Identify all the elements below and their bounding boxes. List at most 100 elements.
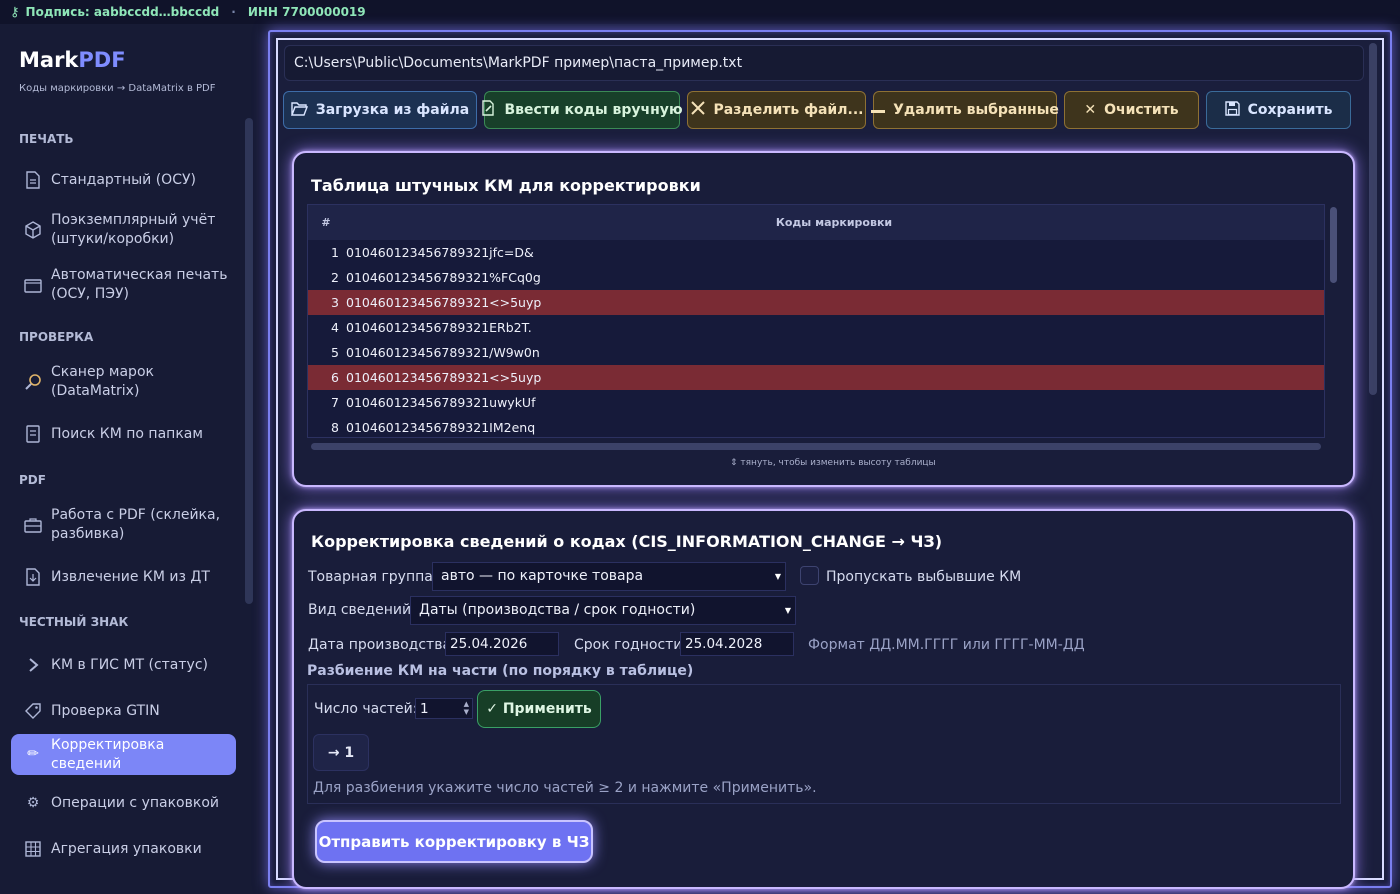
search-document-icon <box>23 424 43 444</box>
info-type-select[interactable]: Даты (производства / срок годности) ▼ <box>410 596 796 625</box>
format-hint: Формат ДД.ММ.ГГГГ или ГГГГ-ММ-ДД <box>808 637 1085 653</box>
signature-text: Подпись: aabbccdd…bbccdd <box>25 5 220 19</box>
table-row[interactable]: 2 010460123456789321%FCq0g <box>308 265 1324 290</box>
sidebar-item-label: Проверка GTIN <box>51 702 160 719</box>
skip-retired-label[interactable]: Пропускать выбывшие КМ <box>826 569 1021 585</box>
key-icon: ⚷ <box>10 4 20 20</box>
parts-count-stepper[interactable]: 1 ▲ ▼ <box>415 698 473 719</box>
section-check: ПРОВЕРКА <box>19 330 94 344</box>
document-icon <box>23 170 43 190</box>
separator: · <box>231 5 236 19</box>
parts-count-label: Число частей: <box>314 701 418 717</box>
minus-icon <box>871 102 886 118</box>
sidebar-item-standard[interactable]: Стандартный (ОСУ) <box>11 168 236 192</box>
send-correction-button[interactable]: Отправить корректировку в ЧЗ <box>315 820 593 863</box>
tools-icon <box>690 100 706 120</box>
section-print: ПЕЧАТЬ <box>19 132 74 146</box>
sidebar: MarkPDF Коды маркировки → DataMatrix в P… <box>0 24 258 894</box>
arrow-icon <box>23 655 43 675</box>
sidebar-item-pdf-work[interactable]: Работа с PDF (склейка, разбивка) <box>11 505 236 545</box>
sidebar-item-label: Поэкземплярный учёт (штуки/коробки) <box>51 212 216 247</box>
table-row[interactable]: 5 010460123456789321/W9w0n <box>308 340 1324 365</box>
table-panel-title: Таблица штучных КМ для корректировки <box>311 176 701 195</box>
info-type-label: Вид сведений: <box>308 602 416 618</box>
folder-open-icon <box>290 101 308 120</box>
extract-icon <box>23 567 43 587</box>
sidebar-item-scanner[interactable]: Сканер марок (DataMatrix) <box>11 362 236 402</box>
sidebar-item-aggregation[interactable]: Агрегация упаковки <box>11 837 236 861</box>
split-section-title: Разбиение КМ на части (по порядку в табл… <box>307 663 694 679</box>
product-group-label: Товарная группа: <box>308 569 438 585</box>
close-icon: ✕ <box>1084 102 1097 118</box>
resize-hint[interactable]: ⇕ тянуть, чтобы изменить высоту таблицы <box>730 458 936 468</box>
grid-icon <box>23 839 43 859</box>
table-header: # Коды маркировки <box>308 205 1324 240</box>
sidebar-item-label: Сканер марок (DataMatrix) <box>51 364 154 399</box>
chevron-down-icon: ▼ <box>781 597 795 624</box>
sidebar-item-gis-mt[interactable]: КМ в ГИС МТ (статус) <box>11 653 236 677</box>
table-row-duplicate[interactable]: 6 010460123456789321<>5uyp <box>308 365 1324 390</box>
product-group-select[interactable]: авто — по карточке товара ▼ <box>432 562 786 591</box>
sidebar-item-label: Поиск КМ по папкам <box>51 425 203 442</box>
col-num-header: # <box>321 216 331 229</box>
sidebar-item-search-km[interactable]: Поиск КМ по папкам <box>11 422 236 446</box>
gear-icon: ⚙ <box>26 794 40 811</box>
manual-input-button[interactable]: Ввести коды вручную <box>481 91 683 129</box>
apply-button[interactable]: ✓ Применить <box>477 690 601 728</box>
printer-folder-icon <box>23 275 43 295</box>
table-vertical-scrollbar[interactable] <box>1330 207 1337 283</box>
section-honest-sign: ЧЕСТНЫЙ ЗНАК <box>19 615 129 629</box>
sidebar-scrollbar[interactable] <box>245 118 253 604</box>
sidebar-item-label: КМ в ГИС МТ (статус) <box>51 656 208 673</box>
scanner-icon <box>23 372 43 392</box>
skip-retired-checkbox[interactable] <box>800 566 819 585</box>
expiry-date-input[interactable]: 25.04.2028 <box>680 632 794 656</box>
sidebar-item-auto-print[interactable]: Автоматическая печать (ОСУ, ПЭУ) <box>11 265 236 305</box>
sidebar-item-label: Операции с упаковкой <box>51 794 219 811</box>
table-row-duplicate[interactable]: 3 010460123456789321<>5uyp <box>308 290 1324 315</box>
save-button[interactable]: Сохранить <box>1206 91 1351 129</box>
box-icon <box>23 220 43 240</box>
save-icon <box>1224 100 1240 120</box>
sidebar-item-extract-km[interactable]: Извлечение КМ из ДТ <box>11 565 236 589</box>
col-codes-header[interactable]: Коды маркировки <box>344 216 1324 229</box>
status-bar: ⚷ Подпись: aabbccdd…bbccdd · ИНН 7700000… <box>0 0 1400 24</box>
chevron-down-icon: ▼ <box>771 563 785 590</box>
pencil-icon: ✏ <box>27 746 39 762</box>
app-subtitle: Коды маркировки → DataMatrix в PDF <box>19 83 216 94</box>
sidebar-item-packaging-ops[interactable]: ⚙ Операции с упаковкой <box>11 791 236 815</box>
clear-button[interactable]: ✕ Очистить <box>1064 91 1199 129</box>
sidebar-item-gtin[interactable]: Проверка GTIN <box>11 699 236 723</box>
stepper-arrows-icon[interactable]: ▲ ▼ <box>464 700 469 716</box>
table-row[interactable]: 1 010460123456789321jfc=D& <box>308 240 1324 265</box>
correction-panel-title: Корректировка сведений о кодах (CIS_INFO… <box>311 532 943 551</box>
briefcase-icon <box>23 515 43 535</box>
section-pdf: PDF <box>19 473 46 487</box>
split-file-button[interactable]: Разделить файл... <box>687 91 866 129</box>
table-row[interactable]: 7 010460123456789321uwykUf <box>308 390 1324 415</box>
delete-selected-button[interactable]: Удалить выбранные <box>871 91 1059 129</box>
sidebar-item-label: Автоматическая печать (ОСУ, ПЭУ) <box>51 267 228 302</box>
app-logo: MarkPDF <box>19 48 126 72</box>
main-scrollbar[interactable] <box>1369 43 1377 395</box>
sidebar-item-label: Корректировка сведений <box>51 736 165 772</box>
edit-icon <box>481 100 496 120</box>
sidebar-item-label: Стандартный (ОСУ) <box>51 171 196 188</box>
sidebar-item-label: Работа с PDF (склейка, разбивка) <box>51 507 221 542</box>
table-row[interactable]: 4 010460123456789321ERb2T. <box>308 315 1324 340</box>
inn-text: ИНН 7700000019 <box>247 5 366 19</box>
sidebar-item-label: Агрегация упаковки <box>51 840 202 857</box>
part-chip[interactable]: → 1 <box>313 734 369 771</box>
sidebar-item-correction[interactable]: ✏ Корректировка сведений <box>11 734 236 775</box>
load-file-button[interactable]: Загрузка из файла <box>283 91 477 129</box>
table-row[interactable]: 8 010460123456789321IM2enq <box>308 415 1324 437</box>
production-date-label: Дата производства: <box>308 637 456 653</box>
sidebar-item-per-unit[interactable]: Поэкземплярный учёт (штуки/коробки) <box>11 210 236 250</box>
codes-table[interactable]: # Коды маркировки 1 010460123456789321jfc… <box>307 204 1325 438</box>
expiry-label: Срок годности: <box>574 637 688 653</box>
file-path-field[interactable]: C:\Users\Public\Documents\MarkPDF пример… <box>284 45 1364 81</box>
production-date-input[interactable]: 25.04.2026 <box>445 632 559 656</box>
table-horizontal-scrollbar[interactable] <box>311 443 1321 450</box>
tag-icon <box>23 701 43 721</box>
split-hint: Для разбиения укажите число частей ≥ 2 и… <box>313 780 817 796</box>
